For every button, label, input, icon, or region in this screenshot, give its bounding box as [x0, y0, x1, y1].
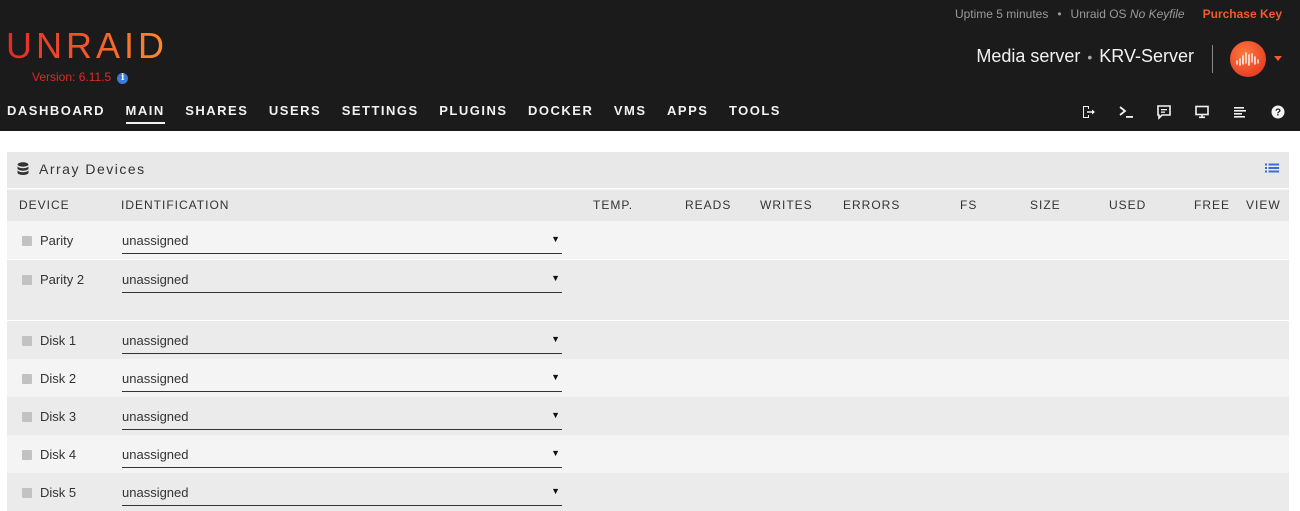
nav-docker[interactable]: DOCKER — [528, 103, 593, 124]
nav-shares[interactable]: SHARES — [185, 103, 248, 124]
col-errors: ERRORS — [843, 198, 901, 212]
table-row: Disk 5 unassigned ▼ — [7, 473, 1289, 511]
device-name: Disk 3 — [40, 409, 77, 424]
dropdown-arrow-icon: ▼ — [551, 234, 560, 244]
panel-title: Array Devices — [39, 161, 146, 177]
monitor-icon[interactable] — [1194, 104, 1210, 120]
status-bar: Uptime 5 minutes • Unraid OS No Keyfile Pur… — [955, 7, 1282, 21]
nav-dashboard[interactable]: DASHBOARD — [7, 103, 105, 124]
server-description: Media server • KRV-Server — [976, 46, 1194, 67]
database-icon — [17, 162, 29, 175]
table-row: Parity unassigned ▼ — [7, 221, 1289, 259]
status-indicator — [22, 336, 32, 346]
select-value: unassigned — [122, 409, 189, 424]
status-indicator — [22, 275, 32, 285]
device-name: Disk 5 — [40, 485, 77, 500]
identification-select[interactable]: unassigned ▼ — [122, 232, 562, 254]
col-device: DEVICE — [19, 198, 70, 212]
waveform-icon — [1236, 52, 1259, 66]
purchase-key-link[interactable]: Purchase Key — [1203, 7, 1282, 21]
col-used: USED — [1109, 198, 1147, 212]
divider — [1212, 45, 1213, 73]
chevron-down-icon[interactable] — [1274, 56, 1282, 61]
nav-vms[interactable]: VMS — [614, 103, 647, 124]
feedback-icon[interactable] — [1156, 104, 1172, 120]
nav-users[interactable]: USERS — [269, 103, 321, 124]
identification-select[interactable]: unassigned ▼ — [122, 271, 562, 293]
col-writes: WRITES — [760, 198, 813, 212]
logout-icon[interactable] — [1080, 104, 1096, 120]
nav-tools[interactable]: TOOLS — [729, 103, 781, 124]
terminal-icon[interactable] — [1118, 104, 1134, 120]
col-reads: READS — [685, 198, 732, 212]
device-name: Disk 1 — [40, 333, 77, 348]
info-icon[interactable]: i — [117, 73, 129, 84]
server-name-text: KRV-Server — [1099, 46, 1194, 66]
table-row: Disk 3 unassigned ▼ — [7, 397, 1289, 435]
array-devices-panel-header: Array Devices — [7, 152, 1289, 188]
os-label: Unraid OS — [1070, 7, 1127, 21]
device-name: Disk 4 — [40, 447, 77, 462]
help-icon[interactable]: ? — [1270, 104, 1286, 120]
table-row: Disk 4 unassigned ▼ — [7, 435, 1289, 473]
col-free: FREE — [1194, 198, 1231, 212]
select-value: unassigned — [122, 447, 189, 462]
version-text: Version: 6.11.5 — [32, 70, 112, 84]
status-indicator — [22, 450, 32, 460]
section-spacer — [7, 298, 1289, 320]
status-indicator — [22, 236, 32, 246]
table-header: DEVICE IDENTIFICATION TEMP. READS WRITES… — [7, 189, 1289, 221]
status-indicator — [22, 488, 32, 498]
dropdown-arrow-icon: ▼ — [551, 372, 560, 382]
dropdown-arrow-icon: ▼ — [551, 334, 560, 344]
nav-main[interactable]: MAIN — [125, 103, 165, 124]
log-icon[interactable] — [1232, 104, 1248, 120]
status-indicator — [22, 412, 32, 422]
dropdown-arrow-icon: ▼ — [551, 410, 560, 420]
select-value: unassigned — [122, 485, 189, 500]
nav-icon-bar: ? — [1080, 104, 1290, 120]
select-value: unassigned — [122, 272, 189, 287]
server-desc-text: Media server — [976, 46, 1081, 66]
separator: • — [1057, 7, 1062, 21]
select-value: unassigned — [122, 233, 189, 248]
col-temp: TEMP. — [593, 198, 634, 212]
col-identification: IDENTIFICATION — [121, 198, 230, 212]
table-row: Disk 2 unassigned ▼ — [7, 359, 1289, 397]
identification-select[interactable]: unassigned ▼ — [122, 408, 562, 430]
device-name: Parity — [40, 233, 74, 248]
select-value: unassigned — [122, 333, 189, 348]
list-icon[interactable] — [1265, 163, 1279, 175]
col-view: VIEW — [1246, 198, 1281, 212]
identification-select[interactable]: unassigned ▼ — [122, 370, 562, 392]
nav-apps[interactable]: APPS — [667, 103, 708, 124]
status-indicator — [22, 374, 32, 384]
key-status: No Keyfile — [1129, 7, 1185, 21]
device-name: Parity 2 — [40, 272, 85, 287]
device-name: Disk 2 — [40, 371, 77, 386]
server-avatar[interactable] — [1230, 41, 1266, 77]
col-fs: FS — [960, 198, 978, 212]
version-label: Version: 6.11.5 i — [32, 70, 129, 84]
identification-select[interactable]: unassigned ▼ — [122, 484, 562, 506]
col-size: SIZE — [1030, 198, 1061, 212]
uptime-text: Uptime 5 minutes — [954, 7, 1049, 21]
dropdown-arrow-icon: ▼ — [551, 486, 560, 496]
server-dot: • — [1087, 49, 1093, 65]
table-row: Disk 1 unassigned ▼ — [7, 321, 1289, 359]
nav-plugins[interactable]: PLUGINS — [439, 103, 507, 124]
identification-select[interactable]: unassigned ▼ — [122, 332, 562, 354]
identification-select[interactable]: unassigned ▼ — [122, 446, 562, 468]
nav-settings[interactable]: SETTINGS — [342, 103, 419, 124]
table-row: Parity 2 unassigned ▼ — [7, 260, 1289, 298]
unraid-logo[interactable]: UNRAID — [6, 26, 168, 66]
select-value: unassigned — [122, 371, 189, 386]
svg-text:?: ? — [1275, 108, 1281, 119]
top-header: Uptime 5 minutes • Unraid OS No Keyfile Pur… — [0, 0, 1300, 131]
dropdown-arrow-icon: ▼ — [551, 273, 560, 283]
main-nav: DASHBOARD MAIN SHARES USERS SETTINGS PLU… — [7, 103, 801, 124]
dropdown-arrow-icon: ▼ — [551, 448, 560, 458]
